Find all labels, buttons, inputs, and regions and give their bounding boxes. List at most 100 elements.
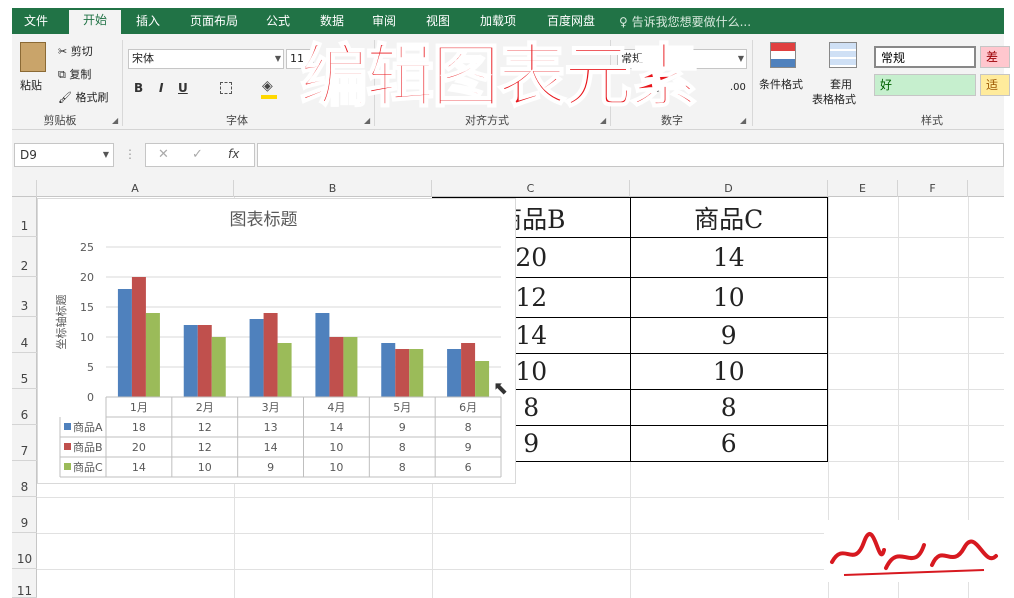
overlay-title: 编辑图表元素 (299, 37, 699, 118)
bar-商品C-4月 (343, 337, 358, 397)
cut-button[interactable]: ✂ 剪切 (58, 43, 93, 59)
row-header-10[interactable]: 10 (12, 533, 37, 569)
ribbon-tab-bar: 文件 开始 插入 页面布局 公式 数据 审阅 视图 加载项 百度网盘 ♀ 告诉我… (12, 8, 1004, 34)
bar-商品B-4月 (329, 337, 344, 397)
chart-svg: 图表标题坐标轴标题 0 5 10 15 20 25 1月 2月 3月 4月 5月 6月商品A 18 12 13… (54, 210, 502, 478)
italic-button[interactable]: I (159, 81, 163, 95)
clipboard-launcher-icon[interactable]: ◢ (112, 116, 118, 125)
y-tick-label: 15 (80, 301, 94, 314)
more-icon: ⋮ (124, 147, 136, 161)
row-header-3[interactable]: 3 (12, 277, 37, 317)
tab-home[interactable]: 开始 (69, 10, 121, 34)
style-neutral[interactable]: 适 (980, 74, 1010, 96)
style-good[interactable]: 好 (874, 74, 976, 96)
cancel-icon[interactable]: ✕ (158, 147, 169, 162)
table-cell[interactable]: 9 (629, 317, 828, 354)
column-header-e[interactable]: E (828, 180, 898, 197)
insert-function-icon[interactable]: fx (228, 147, 239, 161)
bar-商品B-5月 (395, 349, 410, 397)
fill-color-icon[interactable]: ◈ (262, 78, 273, 94)
number-launcher-icon[interactable]: ◢ (740, 116, 746, 125)
x-tick-label: 4月 (327, 401, 345, 414)
row-header-2[interactable]: 2 (12, 237, 37, 277)
copy-button[interactable]: ⧉ 复制 (58, 66, 91, 82)
data-table-value: 18 (132, 421, 146, 434)
column-header-c[interactable]: C (432, 180, 630, 197)
table-cell[interactable]: 10 (629, 277, 828, 318)
paste-button[interactable]: 粘贴 (20, 77, 42, 93)
bar-商品A-2月 (183, 325, 198, 397)
data-table-value: 10 (329, 461, 343, 474)
legend-label: 商品A (73, 420, 103, 434)
enter-icon[interactable]: ✓ (192, 147, 203, 162)
table-cell[interactable]: 14 (629, 237, 828, 278)
y-tick-label: 5 (87, 361, 94, 374)
legend-key-商品C (64, 463, 71, 470)
table-format-label-2[interactable]: 表格格式 (812, 91, 856, 107)
paste-icon[interactable] (20, 42, 46, 72)
data-table-value: 12 (198, 441, 212, 454)
style-bad[interactable]: 差 (980, 46, 1010, 68)
row-header-6[interactable]: 6 (12, 389, 37, 425)
tab-baidu-netdisk[interactable]: 百度网盘 (536, 11, 606, 34)
formula-input[interactable] (257, 143, 1004, 167)
table-format-icon[interactable] (829, 42, 857, 68)
column-header-a[interactable]: A (37, 180, 234, 197)
row-header-8[interactable]: 8 (12, 461, 37, 497)
conditional-format-icon[interactable] (770, 42, 796, 68)
column-header-f[interactable]: F (898, 180, 968, 197)
bar-商品C-5月 (409, 349, 424, 397)
chart-title: 图表标题 (230, 210, 298, 230)
fill-color-bar (261, 95, 277, 99)
table-cell[interactable]: 10 (629, 353, 828, 390)
formula-bar: D9 ▼ ⋮ ✕ ✓ fx (12, 130, 1004, 180)
row-header-1[interactable]: 1 (12, 197, 37, 237)
tab-file[interactable]: 文件 (12, 11, 60, 34)
format-painter-button[interactable]: 🖌 格式刷 (58, 89, 108, 105)
underline-button[interactable]: U (178, 81, 188, 95)
bar-商品A-3月 (249, 319, 264, 397)
tab-review[interactable]: 审阅 (362, 11, 406, 34)
row-header-7[interactable]: 7 (12, 425, 37, 461)
tab-insert[interactable]: 插入 (126, 11, 170, 34)
column-header-b[interactable]: B (234, 180, 432, 197)
table-header-cell[interactable]: 商品C (629, 197, 828, 238)
tab-data[interactable]: 数据 (310, 11, 354, 34)
row-header-4[interactable]: 4 (12, 317, 37, 353)
table-cell[interactable]: 8 (629, 389, 828, 426)
bar-商品C-1月 (145, 313, 160, 397)
name-box[interactable]: D9 ▼ (14, 143, 114, 167)
x-tick-label: 1月 (130, 401, 148, 414)
y-tick-label: 0 (87, 391, 94, 404)
bold-button[interactable]: B (134, 81, 143, 95)
data-table-value: 10 (198, 461, 212, 474)
column-header-d[interactable]: D (630, 180, 828, 197)
row-header-9[interactable]: 9 (12, 497, 37, 533)
mouse-cursor-icon: ⬉ (493, 378, 509, 399)
legend-label: 商品C (73, 460, 103, 474)
tab-view[interactable]: 视图 (416, 11, 460, 34)
row-header-11[interactable]: 11 (12, 569, 37, 598)
chevron-down-icon: ▼ (737, 54, 744, 63)
style-normal[interactable]: 常规 (874, 46, 976, 68)
row-header-5[interactable]: 5 (12, 353, 37, 389)
data-table-value: 12 (198, 421, 212, 434)
data-table-value: 14 (264, 441, 278, 454)
tab-page-layout[interactable]: 页面布局 (180, 11, 248, 34)
data-table-value: 14 (132, 461, 146, 474)
border-icon[interactable] (220, 82, 232, 94)
y-tick-label: 25 (80, 241, 94, 254)
select-all-corner[interactable] (12, 180, 37, 197)
tab-formulas[interactable]: 公式 (256, 11, 300, 34)
table-cell[interactable]: 6 (629, 425, 828, 462)
conditional-format-button[interactable]: 条件格式 (759, 76, 803, 92)
bar-商品B-6月 (461, 343, 476, 397)
copy-icon: ⧉ (58, 68, 70, 81)
chart-object[interactable]: 图表标题 坐标轴标题 0 5 10 15 20 25 1月 2月 3月 4月 5月 6月 商品A 18 12 13… (37, 198, 516, 484)
tell-me-box[interactable]: ♀ 告诉我您想要做什么... (619, 13, 751, 30)
decrease-decimal-button[interactable]: .00 (730, 82, 746, 93)
table-format-label-1[interactable]: 套用 (830, 76, 852, 92)
tab-addins[interactable]: 加载项 (470, 11, 526, 34)
signature-svg (830, 532, 998, 576)
font-name-combo[interactable]: 宋体 ▼ (128, 49, 284, 69)
